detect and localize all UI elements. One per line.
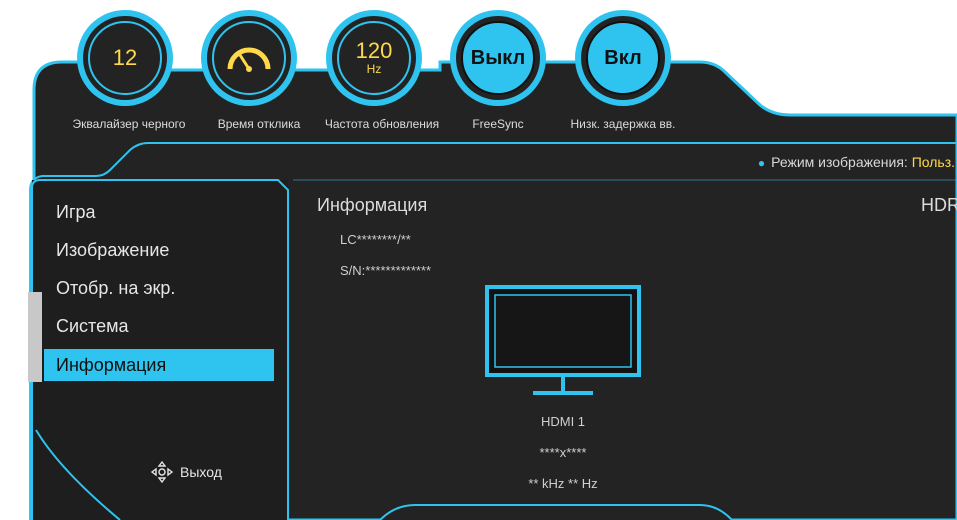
menu-item-game[interactable]: Игра xyxy=(44,195,274,233)
refresh-rate-gauge[interactable]: 120 Hz xyxy=(326,10,422,106)
frequency: ** kHz ** Hz xyxy=(528,476,598,491)
refresh-rate-number: 120 xyxy=(355,38,393,63)
low-input-lag-label: Низк. задержка вв. xyxy=(570,117,676,131)
menu-item-system[interactable]: Система xyxy=(44,309,274,347)
black-equalizer-gauge[interactable]: 12 xyxy=(77,10,173,106)
picture-mode-label: Режим изображения: xyxy=(771,154,908,170)
exit-label: Выход xyxy=(180,464,222,480)
exit-hint[interactable]: Выход xyxy=(150,460,222,484)
refresh-rate-value: 120 Hz xyxy=(355,38,393,77)
monitor-icon xyxy=(485,285,641,395)
black-equalizer-label: Эквалайзер черного xyxy=(72,117,186,131)
info-title: Информация xyxy=(317,195,428,215)
response-time-gauge[interactable] xyxy=(201,10,297,106)
model-code: LC********/** xyxy=(340,232,411,247)
picture-mode-indicator: ● Режим изображения: Польз. xyxy=(758,154,955,170)
source-name: HDMI 1 xyxy=(540,414,586,429)
freesync-label: FreeSync xyxy=(472,117,524,131)
speedometer-icon xyxy=(227,47,271,72)
black-equalizer-value: 12 xyxy=(112,45,138,70)
joystick-icon xyxy=(150,460,174,484)
menu-item-information[interactable]: Информация xyxy=(44,349,274,381)
response-time-label: Время отклика xyxy=(217,117,301,131)
osd-menu: 12 Эквалайзер черного Время отклика 120 … xyxy=(0,0,957,520)
resolution: ****x**** xyxy=(539,445,587,460)
menu-item-picture[interactable]: Изображение xyxy=(44,233,274,271)
freesync-gauge[interactable]: Выкл xyxy=(450,10,546,106)
refresh-rate-unit: Hz xyxy=(366,62,382,76)
hdr-label: HDR xyxy=(921,195,957,215)
serial-number: S/N:************* xyxy=(340,263,432,278)
refresh-rate-label: Частота обновления xyxy=(324,117,440,131)
picture-mode-value: Польз. xyxy=(911,154,955,170)
bullet-icon: ● xyxy=(757,156,766,170)
low-input-lag-gauge[interactable]: Вкл xyxy=(575,10,671,106)
freesync-value: Выкл xyxy=(470,47,526,69)
main-menu: Игра Изображение Отобр. на экр. Система … xyxy=(44,195,274,381)
low-input-lag-value: Вкл xyxy=(604,47,642,69)
menu-item-osd[interactable]: Отобр. на экр. xyxy=(44,271,274,309)
